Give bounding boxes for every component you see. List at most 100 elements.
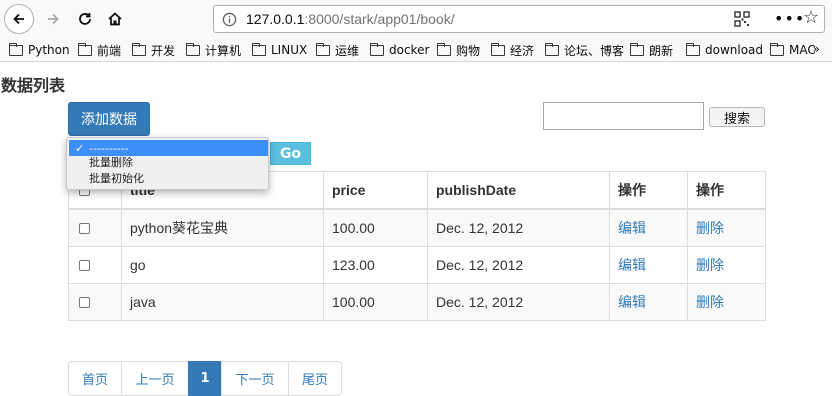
- cell-price: 100.00: [324, 284, 428, 320]
- edit-link[interactable]: 编辑: [618, 292, 646, 312]
- cell-publish-date: Dec. 12, 2012: [428, 284, 610, 320]
- folder-icon: [186, 42, 200, 56]
- add-data-button[interactable]: 添加数据: [68, 102, 150, 136]
- search-button[interactable]: 搜索: [709, 107, 765, 127]
- bookmarks-toolbar: Python 前端 开发 计算机 LINUX 运维 docker 购物 经济 论…: [0, 38, 832, 62]
- reload-icon: [79, 13, 91, 25]
- bookmark-label: 前端: [97, 43, 122, 58]
- reload-button[interactable]: [70, 4, 100, 34]
- folder-icon: [316, 42, 330, 56]
- bookmark-label: 计算机: [205, 43, 242, 58]
- bookmark-folder[interactable]: docker: [370, 42, 429, 58]
- folder-icon: [686, 42, 700, 56]
- bookmark-label: 朗新: [649, 43, 674, 58]
- back-button[interactable]: [4, 4, 34, 34]
- address-bar[interactable]: 127.0.0.1:8000/stark/app01/book/ ••• ☆: [213, 5, 825, 33]
- header-price: price: [324, 172, 428, 208]
- data-table: title price publishDate 操作 操作 python葵花宝典…: [68, 171, 766, 321]
- more-bookmarks-button[interactable]: »: [813, 42, 820, 56]
- table-row: java 100.00 Dec. 12, 2012 编辑 删除: [69, 284, 765, 320]
- header-delete-action: 操作: [696, 182, 724, 198]
- dropdown-option-bulk-delete[interactable]: 批量删除: [69, 154, 268, 170]
- edit-link[interactable]: 编辑: [618, 255, 646, 275]
- bookmark-label: LINUX: [271, 43, 308, 57]
- bookmark-label: 购物: [456, 43, 481, 58]
- delete-cell: 删除: [688, 210, 765, 246]
- folder-icon: [630, 42, 644, 56]
- bookmark-folder[interactable]: 前端: [78, 42, 121, 58]
- edit-cell: 编辑: [610, 247, 688, 283]
- bookmark-folder[interactable]: download: [686, 42, 763, 58]
- header-edit-action: 操作: [610, 172, 688, 208]
- bookmark-folder[interactable]: 经济: [491, 42, 534, 58]
- row-select-cell: [69, 247, 122, 283]
- bookmark-folder[interactable]: 朗新: [630, 42, 673, 58]
- page-last[interactable]: 尾页: [288, 361, 342, 396]
- page-actions-icon[interactable]: •••: [774, 9, 805, 28]
- arrow-left-icon: [13, 13, 24, 25]
- browser-toolbar: 127.0.0.1:8000/stark/app01/book/ ••• ☆: [0, 0, 832, 38]
- edit-cell: 编辑: [610, 210, 688, 246]
- cell-title: java: [122, 284, 324, 320]
- folder-icon: [9, 42, 23, 56]
- cell-price: 123.00: [324, 247, 428, 283]
- home-icon: [108, 12, 122, 26]
- cell-publish-date: Dec. 12, 2012: [428, 210, 610, 246]
- page-prev[interactable]: 上一页: [121, 361, 189, 396]
- row-select-cell: [69, 284, 122, 320]
- page-first[interactable]: 首页: [68, 361, 122, 396]
- bookmark-folder[interactable]: 开发: [132, 42, 175, 58]
- edit-link[interactable]: 编辑: [618, 218, 646, 238]
- bookmark-label: Python: [28, 43, 70, 57]
- row-checkbox[interactable]: [79, 259, 90, 271]
- pagination: 首页 上一页 1 下一页 尾页: [68, 361, 342, 396]
- bookmark-star-icon[interactable]: ☆: [803, 7, 819, 28]
- page-title: 数据列表: [1, 76, 66, 95]
- bookmark-label: 运维: [335, 43, 360, 58]
- info-icon[interactable]: [222, 12, 237, 31]
- row-checkbox[interactable]: [79, 296, 90, 308]
- delete-link[interactable]: 删除: [696, 292, 724, 312]
- dropdown-option-bulk-init[interactable]: 批量初始化: [69, 170, 268, 186]
- bookmark-folder[interactable]: LINUX: [252, 42, 307, 58]
- table-row: python葵花宝典 100.00 Dec. 12, 2012 编辑 删除: [69, 210, 765, 247]
- url-path: :8000/stark/app01/book/: [304, 11, 455, 27]
- header-publish-date: publishDate: [428, 172, 610, 208]
- url-host: 127.0.0.1: [246, 11, 305, 27]
- url-text: 127.0.0.1:8000/stark/app01/book/: [246, 11, 455, 27]
- folder-icon: [545, 42, 559, 56]
- cell-title: python葵花宝典: [122, 210, 324, 246]
- qr-code-icon[interactable]: [734, 11, 750, 31]
- edit-cell: 编辑: [610, 284, 688, 320]
- bookmark-label: 论坛、博客: [564, 43, 625, 58]
- bookmark-folder[interactable]: MAC: [770, 42, 816, 58]
- checkmark-icon: ✓: [75, 141, 85, 155]
- forward-button[interactable]: [38, 4, 68, 34]
- table-row: go 123.00 Dec. 12, 2012 编辑 删除: [69, 247, 765, 284]
- bookmark-label: 开发: [151, 43, 176, 58]
- bookmark-folder[interactable]: 购物: [437, 42, 480, 58]
- go-button[interactable]: Go: [270, 142, 311, 165]
- delete-link[interactable]: 删除: [696, 255, 724, 275]
- bookmark-label: download: [705, 43, 764, 57]
- page-next[interactable]: 下一页: [221, 361, 289, 396]
- bookmark-folder[interactable]: 计算机: [186, 42, 241, 58]
- folder-icon: [252, 42, 266, 56]
- bookmark-folder[interactable]: 运维: [316, 42, 359, 58]
- folder-icon: [78, 42, 92, 56]
- search-input[interactable]: [543, 102, 704, 130]
- folder-icon: [491, 42, 505, 56]
- home-button[interactable]: [100, 4, 130, 34]
- bulk-action-dropdown[interactable]: ✓ ---------- 批量删除 批量初始化: [66, 137, 269, 190]
- bookmark-label: 经济: [510, 43, 535, 58]
- row-checkbox[interactable]: [79, 222, 90, 234]
- delete-link[interactable]: 删除: [696, 218, 724, 238]
- folder-icon: [370, 42, 384, 56]
- folder-icon: [770, 42, 784, 56]
- page-current[interactable]: 1: [188, 361, 222, 396]
- cell-price: 100.00: [324, 210, 428, 246]
- delete-cell: 删除: [688, 247, 765, 283]
- folder-icon: [132, 42, 146, 56]
- bookmark-folder[interactable]: Python: [9, 42, 70, 58]
- bookmark-folder[interactable]: 论坛、博客: [545, 42, 624, 58]
